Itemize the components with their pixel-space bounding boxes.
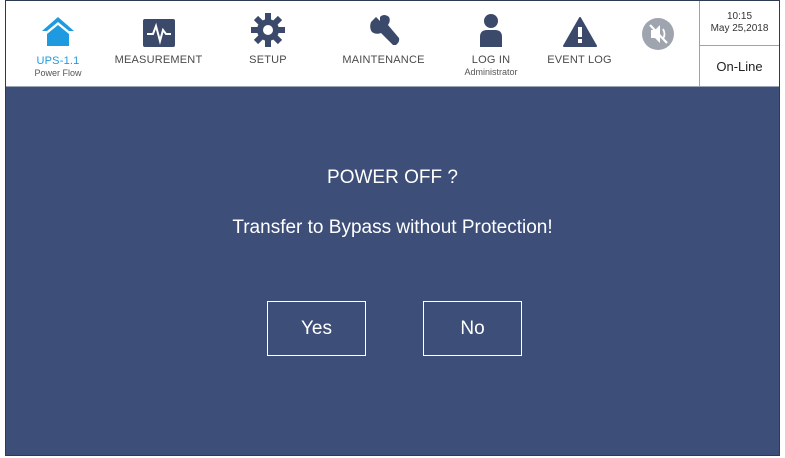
nav-login-label: LOG IN: [471, 54, 511, 66]
user-icon: [478, 9, 504, 47]
dialog-message: Transfer to Bypass without Protection!: [232, 217, 553, 238]
nav-login[interactable]: LOG IN Administrator: [461, 1, 521, 86]
nav-home-sub: Power Flow: [34, 68, 82, 78]
status-panel: 10:15 May 25,2018 On-Line: [699, 1, 779, 86]
wrench-icon: [367, 9, 401, 47]
nav-eventlog[interactable]: EVENT LOG: [542, 1, 617, 86]
clock: 10:15 May 25,2018: [700, 1, 779, 46]
clock-date: May 25,2018: [710, 23, 769, 34]
nav-maintenance-label: MAINTENANCE: [342, 54, 425, 66]
nav-setup-label: SETUP: [249, 54, 287, 66]
ups-status: On-Line: [716, 58, 763, 74]
no-button[interactable]: No: [423, 301, 522, 356]
yes-button[interactable]: Yes: [267, 301, 366, 356]
top-nav-bar: UPS-1.1 Power Flow MEASUREMENT SETUP MAI…: [6, 1, 779, 87]
nav-setup[interactable]: SETUP: [238, 1, 298, 86]
warning-icon: [562, 9, 597, 47]
clock-time: 10:15: [726, 11, 753, 22]
nav-maintenance[interactable]: MAINTENANCE: [336, 1, 431, 86]
nav-login-sub: Administrator: [464, 67, 518, 77]
confirm-dialog: POWER OFF ? Transfer to Bypass without P…: [6, 87, 779, 455]
nav-home-label: UPS-1.1: [36, 55, 80, 67]
gear-icon: [251, 9, 285, 47]
nav-measurement[interactable]: MEASUREMENT: [111, 1, 206, 86]
mute-button[interactable]: [638, 1, 678, 86]
dialog-title: POWER OFF ?: [327, 167, 458, 188]
nav-home[interactable]: UPS-1.1 Power Flow: [28, 1, 88, 86]
waveform-icon: [142, 9, 175, 47]
mute-icon: [641, 13, 675, 51]
home-icon: [41, 9, 75, 47]
nav-eventlog-label: EVENT LOG: [547, 54, 612, 66]
nav-measurement-label: MEASUREMENT: [114, 54, 203, 66]
ups-screen: UPS-1.1 Power Flow MEASUREMENT SETUP MAI…: [5, 0, 780, 456]
